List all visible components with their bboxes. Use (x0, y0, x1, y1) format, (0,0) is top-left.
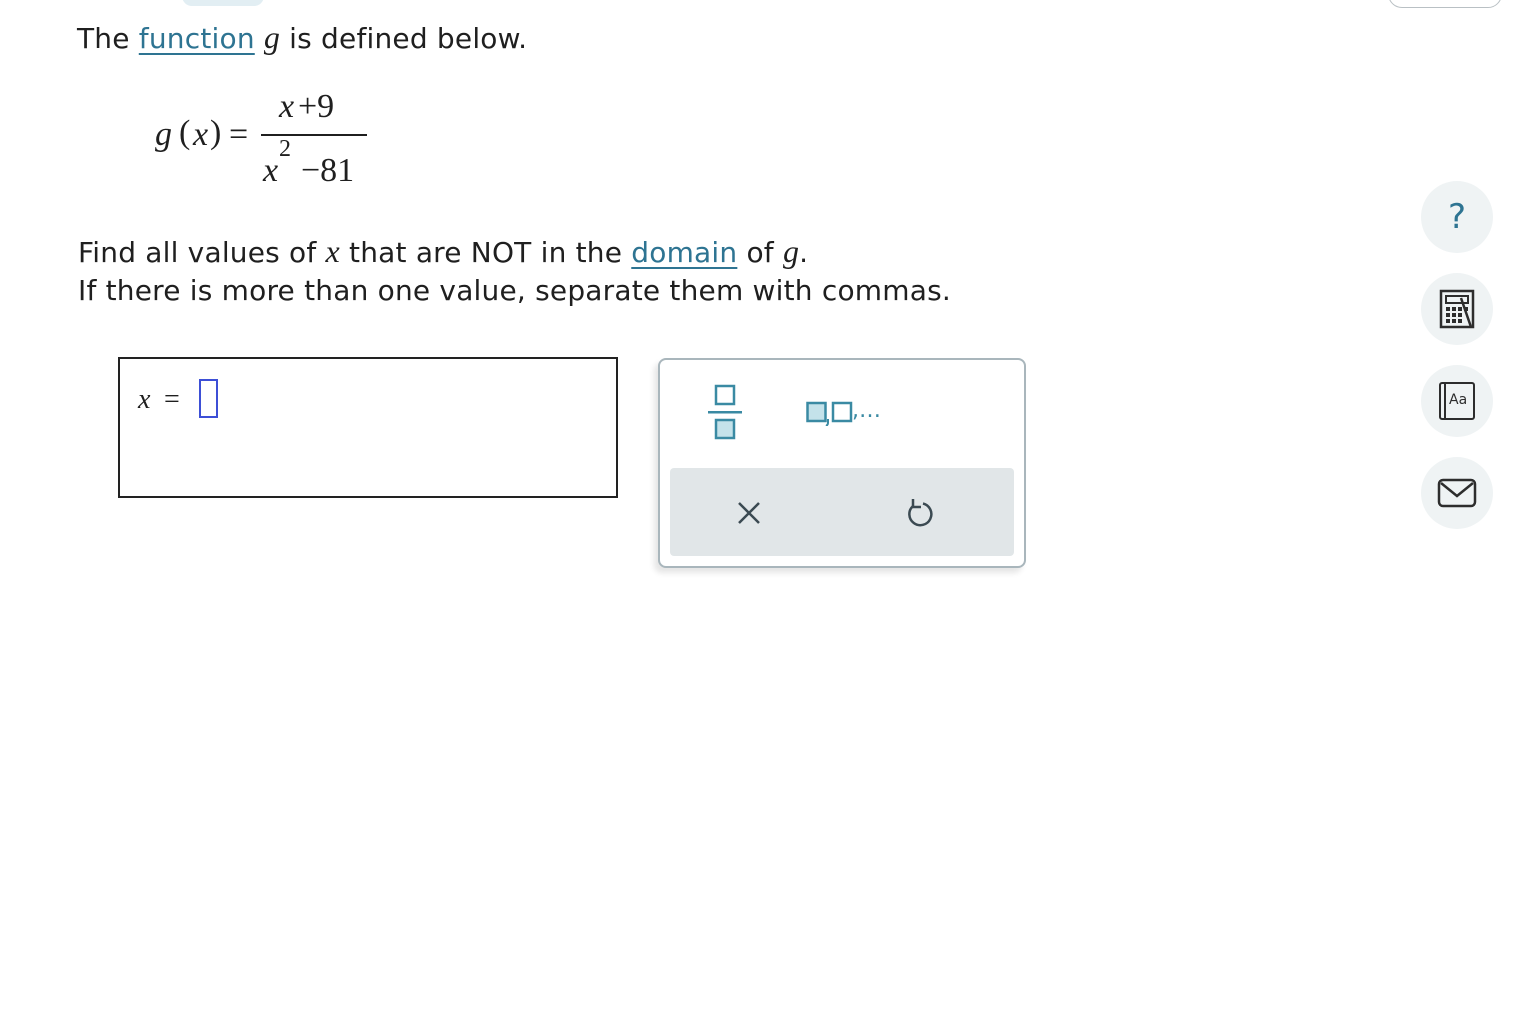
formula-equals: = (229, 116, 249, 153)
list-ellipsis: ,… (852, 398, 881, 423)
glossary-button[interactable]: Aa (1421, 365, 1493, 437)
calculator-icon (1439, 289, 1475, 329)
clear-button[interactable] (732, 496, 766, 530)
intro-prefix: The (77, 22, 139, 55)
formula-lhs-g: g (155, 116, 172, 153)
list-button[interactable]: ,… (806, 398, 886, 428)
question-var-x: x (325, 233, 340, 269)
undo-button[interactable] (902, 496, 936, 530)
question-prefix: Find all values of (78, 236, 326, 269)
question-var-g: g (782, 233, 800, 269)
help-button[interactable]: ? (1421, 181, 1493, 253)
keypad-action-bar (670, 468, 1014, 556)
question-line-1: Find all values of x that are NOT in the… (78, 233, 808, 271)
function-formula: g ( x ) = x +9 x 2 −81 (155, 88, 385, 198)
answer-input-slot[interactable] (199, 379, 218, 418)
close-icon (738, 502, 760, 524)
question-line-2: If there is more than one value, separat… (78, 274, 951, 307)
intro-var-g: g (263, 19, 281, 55)
fraction-icon (708, 384, 742, 440)
intro-suffix: is defined below. (280, 22, 528, 55)
help-icon: ? (1447, 197, 1467, 237)
intro-line: The function g is defined below. (77, 19, 527, 57)
fraction-button[interactable] (706, 384, 746, 444)
function-link[interactable]: function (139, 22, 255, 55)
numerator-x: x (279, 88, 295, 125)
top-tab[interactable] (182, 0, 264, 6)
message-button[interactable] (1421, 457, 1493, 529)
calculator-button[interactable] (1421, 273, 1493, 345)
numerator-rest: +9 (298, 88, 335, 125)
formula-lhs-close: ) (210, 114, 222, 151)
denominator-x: x (263, 152, 279, 189)
list-icon (806, 401, 853, 426)
denominator-rest: −81 (301, 152, 355, 189)
question-of: of (737, 236, 783, 269)
answer-equals: = (164, 384, 180, 415)
undo-icon (908, 499, 933, 527)
denominator-exponent: 2 (279, 136, 291, 162)
glossary-label: Aa (1449, 392, 1468, 408)
page: The function g is defined below. g ( x )… (0, 0, 1539, 1021)
answer-input-box[interactable] (118, 357, 618, 498)
fraction-bar (261, 134, 367, 136)
glossary-spine (1444, 384, 1446, 418)
math-keypad: ,… (658, 358, 1026, 568)
top-right-button[interactable] (1388, 0, 1502, 8)
question-end: . (799, 236, 809, 269)
formula-lhs-x: x (193, 116, 209, 153)
mail-icon (1437, 478, 1477, 508)
formula-lhs-open: ( (179, 114, 191, 151)
answer-var-x: x (138, 384, 151, 415)
domain-link[interactable]: domain (631, 236, 737, 269)
glossary-icon: Aa (1439, 382, 1475, 420)
question-middle: that are NOT in the (339, 236, 632, 269)
